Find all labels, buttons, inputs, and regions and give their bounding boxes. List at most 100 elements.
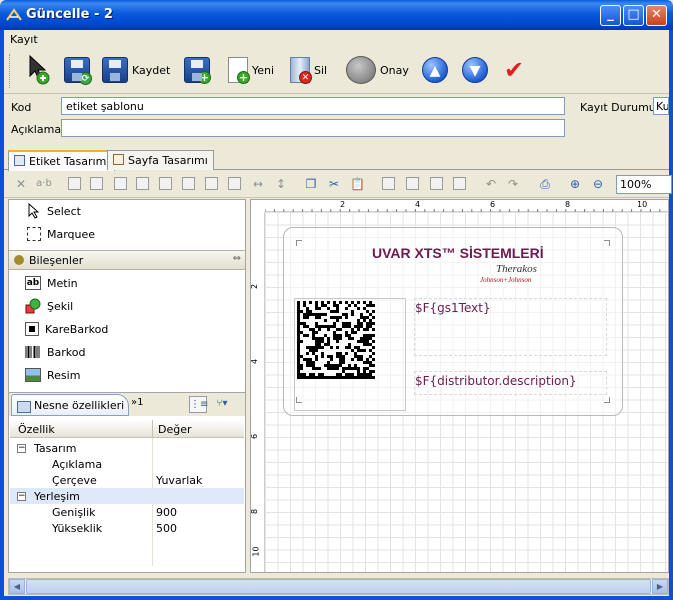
plus-icon: + bbox=[198, 71, 211, 84]
kod-input[interactable]: etiket şablonu bbox=[61, 97, 565, 115]
palette-item-label: Metin bbox=[47, 276, 78, 290]
palette-item-barkod[interactable]: Barkod bbox=[9, 341, 245, 363]
property-group-yerlesim[interactable]: − Yerleşim bbox=[10, 488, 244, 504]
field-box-2[interactable]: $F{distributor.description} bbox=[414, 371, 607, 395]
approve-button[interactable]: Onay bbox=[346, 52, 409, 88]
delete-icon[interactable]: ✕ bbox=[14, 177, 28, 191]
move-down-button[interactable]: ▼ bbox=[462, 52, 488, 88]
tab-nesne-ozellikleri[interactable]: Nesne özellikleri bbox=[11, 394, 129, 416]
palette-item-sekil[interactable]: Şekil bbox=[9, 295, 245, 317]
brand-name[interactable]: Therakos bbox=[496, 263, 537, 275]
ruler-label: 2 bbox=[340, 200, 346, 209]
align-left-icon[interactable] bbox=[114, 177, 127, 190]
property-row[interactable]: Genişlik 900 bbox=[10, 504, 244, 520]
scroll-thumb[interactable] bbox=[26, 579, 651, 594]
palette-item-resim[interactable]: Resim bbox=[9, 364, 245, 386]
property-value[interactable]: 500 bbox=[156, 522, 177, 535]
collapse-toggle-icon[interactable]: − bbox=[17, 492, 26, 501]
plus-icon: + bbox=[237, 71, 250, 84]
field-gs1text[interactable]: $F{gs1Text} bbox=[415, 301, 491, 315]
aciklama-input[interactable] bbox=[61, 119, 565, 137]
collapse-icon[interactable]: ⇔ bbox=[233, 253, 241, 264]
scroll-left-icon[interactable]: ◀ bbox=[9, 579, 25, 594]
save-refresh-button[interactable]: ⟳ bbox=[64, 52, 92, 88]
palette-item-karebarkod[interactable]: KareBarkod bbox=[9, 318, 245, 340]
send-backward-icon[interactable] bbox=[453, 177, 466, 190]
move-up-button[interactable]: ▲ bbox=[422, 52, 448, 88]
horizontal-scrollbar[interactable]: ◀ ▶ bbox=[8, 578, 669, 595]
field-distributor[interactable]: $F{distributor.description} bbox=[415, 374, 577, 388]
spacing-h-icon[interactable]: ↔ bbox=[251, 177, 265, 191]
align-middle-icon[interactable] bbox=[90, 177, 103, 190]
spacing-v-icon[interactable]: ↕ bbox=[274, 177, 288, 191]
bring-forward-icon[interactable] bbox=[430, 177, 443, 190]
property-value[interactable]: Yuvarlak bbox=[156, 474, 202, 487]
new-record-button[interactable] bbox=[26, 52, 52, 88]
property-row[interactable]: Açıklama bbox=[10, 456, 244, 472]
design-grid[interactable]: UVAR XTS™ SİSTEMLERİ Therakos Johnson+Jo… bbox=[265, 212, 668, 572]
toolbar-grip[interactable] bbox=[9, 54, 12, 88]
tab-sayfa-tasarimi[interactable]: Sayfa Tasarımı bbox=[107, 150, 214, 170]
palette-select-tool[interactable]: Select bbox=[9, 200, 245, 222]
align-top-icon[interactable] bbox=[68, 177, 81, 190]
design-canvas[interactable]: 2 4 6 8 10 2 4 6 8 10 UVAR XTS™ SİSTEMLE… bbox=[250, 199, 669, 573]
print-icon[interactable]: ⎙ bbox=[538, 177, 552, 191]
send-back-icon[interactable] bbox=[406, 177, 419, 190]
new-button[interactable]: + Yeni bbox=[228, 52, 274, 88]
save-new-button[interactable]: + bbox=[184, 52, 211, 88]
field-box-1[interactable]: $F{gs1Text} bbox=[414, 298, 607, 356]
property-group-tasarim[interactable]: − Tasarım bbox=[10, 440, 244, 456]
tab-overflow[interactable]: »1 bbox=[131, 397, 143, 408]
align-center-icon[interactable] bbox=[136, 177, 149, 190]
same-size-icon[interactable] bbox=[228, 177, 241, 190]
components-icon bbox=[14, 255, 24, 265]
undo-icon[interactable]: ↶ bbox=[484, 177, 498, 191]
barcode-frame[interactable] bbox=[294, 298, 406, 411]
property-row[interactable]: Yükseklik 500 bbox=[10, 520, 244, 536]
minimize-button[interactable]: _ bbox=[600, 5, 621, 26]
zoom-out-icon[interactable]: ⊖ bbox=[591, 177, 605, 191]
palette-item-metin[interactable]: ab Metin bbox=[9, 272, 245, 294]
ruler-label: 4 bbox=[250, 358, 260, 365]
tab-etiket-tasarimi[interactable]: Etiket Tasarımı bbox=[8, 150, 116, 171]
delete-button[interactable]: ✕ Sil bbox=[290, 52, 327, 88]
ruler-label: 4 bbox=[415, 200, 421, 209]
kayit-durumu-select[interactable]: Ku bbox=[653, 97, 669, 115]
align-right-icon[interactable] bbox=[159, 177, 172, 190]
bring-front-icon[interactable] bbox=[382, 177, 395, 190]
confirm-button[interactable]: ✔ bbox=[500, 52, 528, 88]
ruler-label: 8 bbox=[250, 508, 260, 515]
menu-kayit[interactable]: Kayıt bbox=[10, 33, 38, 46]
cut-icon[interactable]: ✂ bbox=[327, 177, 341, 191]
property-key: Yükseklik bbox=[52, 522, 103, 535]
save-button[interactable]: Kaydet bbox=[102, 52, 170, 88]
property-value[interactable]: 900 bbox=[156, 506, 177, 519]
close-button[interactable]: ✕ bbox=[646, 5, 667, 26]
branch-dropdown-icon[interactable]: ⑂▾ bbox=[213, 396, 231, 413]
collapse-toggle-icon[interactable]: − bbox=[17, 444, 26, 453]
delete-x-icon: ✕ bbox=[299, 71, 312, 84]
company-name[interactable]: UVAR XTS™ SİSTEMLERİ bbox=[372, 245, 544, 261]
zoom-in-icon[interactable]: ⊕ bbox=[568, 177, 582, 191]
tree-view-icon[interactable]: ⋮≡ bbox=[189, 396, 208, 413]
kayit-durumu-label: Kayıt Durumu bbox=[580, 101, 656, 114]
zoom-combo[interactable]: 100% bbox=[616, 175, 672, 194]
label-template[interactable]: UVAR XTS™ SİSTEMLERİ Therakos Johnson+Jo… bbox=[283, 227, 623, 416]
redo-icon[interactable]: ↷ bbox=[506, 177, 520, 191]
column-value: Değer bbox=[158, 423, 192, 436]
paste-icon[interactable]: 📋 bbox=[350, 177, 365, 191]
kod-label: Kod bbox=[11, 101, 32, 114]
palette-marquee-tool[interactable]: Marquee bbox=[9, 223, 245, 245]
copy-icon[interactable]: ❐ bbox=[304, 177, 318, 191]
distribute-v-icon[interactable] bbox=[205, 177, 218, 190]
components-header[interactable]: Bileşenler ⇔ bbox=[9, 250, 245, 270]
scroll-right-icon[interactable]: ▶ bbox=[652, 579, 668, 594]
window-frame-right bbox=[669, 30, 673, 600]
datamatrix-barcode[interactable] bbox=[297, 301, 375, 379]
ruler-ticks bbox=[264, 209, 661, 212]
maximize-button[interactable]: □ bbox=[623, 5, 644, 26]
rename-icon[interactable]: a·b bbox=[34, 177, 54, 191]
brand-subtitle[interactable]: Johnson+Johnson bbox=[480, 276, 531, 284]
distribute-h-icon[interactable] bbox=[182, 177, 195, 190]
property-row[interactable]: Çerçeve Yuvarlak bbox=[10, 472, 244, 488]
